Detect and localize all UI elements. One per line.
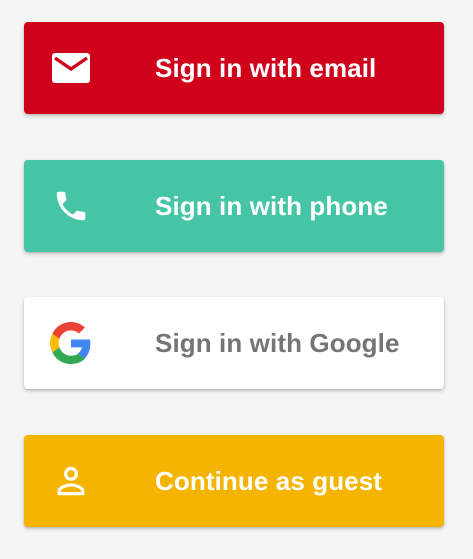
mail-icon <box>48 45 94 91</box>
sign-in-phone-button[interactable]: Sign in with phone <box>24 160 444 252</box>
sign-in-phone-label: Sign in with phone <box>155 190 388 221</box>
sign-in-email-button[interactable]: Sign in with email <box>24 22 444 114</box>
phone-icon <box>48 183 94 229</box>
google-icon <box>48 320 94 366</box>
sign-in-google-label: Sign in with Google <box>155 327 400 358</box>
sign-in-email-label: Sign in with email <box>155 52 377 83</box>
continue-as-guest-button[interactable]: Continue as guest <box>24 435 444 527</box>
sign-in-google-button[interactable]: Sign in with Google <box>24 297 444 389</box>
sign-in-options: Sign in with email Sign in with phone Si… <box>0 0 473 559</box>
person-icon <box>48 458 94 504</box>
continue-as-guest-label: Continue as guest <box>155 465 383 496</box>
